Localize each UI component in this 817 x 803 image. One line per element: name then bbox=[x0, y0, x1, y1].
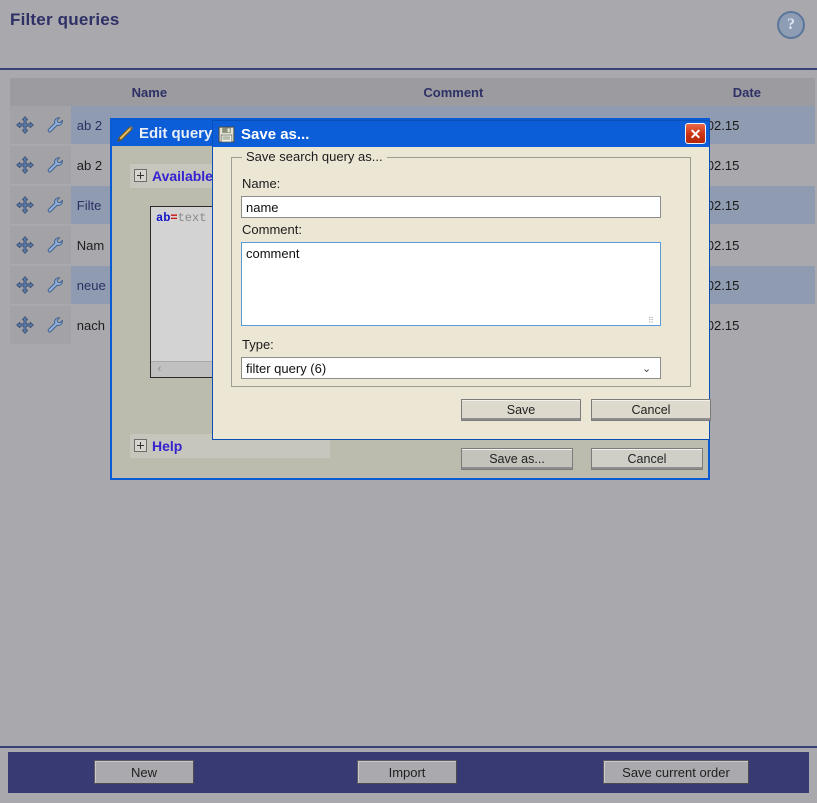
query-field: ab bbox=[156, 211, 171, 225]
wrench-icon[interactable] bbox=[46, 116, 64, 134]
row-edit-action[interactable] bbox=[39, 186, 71, 224]
table-header-row: Name Comment Date bbox=[10, 78, 815, 106]
page-title: Filter queries bbox=[10, 10, 120, 29]
pencil-icon bbox=[117, 124, 134, 142]
move-arrows-icon[interactable] bbox=[15, 236, 34, 254]
row-move-handle[interactable] bbox=[10, 266, 40, 304]
bottom-toolbar: New Import Save current order bbox=[8, 752, 809, 793]
close-x-icon[interactable]: ✕ bbox=[685, 123, 706, 144]
row-edit-action[interactable] bbox=[39, 306, 71, 344]
floppy-disk-icon bbox=[218, 126, 235, 142]
move-arrows-icon[interactable] bbox=[15, 276, 34, 294]
row-move-handle[interactable] bbox=[10, 226, 40, 264]
plus-icon[interactable] bbox=[134, 169, 147, 182]
app-root: Filter queries ? Name Comment Date ab 21… bbox=[0, 0, 817, 803]
row-edit-action[interactable] bbox=[39, 106, 71, 144]
new-button[interactable]: New bbox=[94, 760, 194, 784]
row-edit-action[interactable] bbox=[39, 266, 71, 304]
query-operator: = bbox=[170, 211, 178, 225]
type-label: Type: bbox=[242, 337, 274, 352]
save-as-titlebar[interactable]: Save as... ✕ bbox=[213, 121, 709, 147]
row-edit-action[interactable] bbox=[39, 226, 71, 264]
move-arrows-icon[interactable] bbox=[15, 316, 34, 334]
fieldset-legend: Save search query as... bbox=[242, 149, 387, 164]
save-query-fieldset: Save search query as... Name: Comment: ⠿… bbox=[231, 149, 691, 387]
header-divider bbox=[0, 68, 817, 70]
move-arrows-icon[interactable] bbox=[15, 156, 34, 174]
row-move-handle[interactable] bbox=[10, 146, 40, 184]
row-edit-action[interactable] bbox=[39, 146, 71, 184]
col-move bbox=[10, 78, 40, 106]
query-value: text bbox=[177, 211, 207, 225]
edit-query-footer: Save as... Cancel bbox=[112, 448, 708, 470]
name-input[interactable] bbox=[241, 196, 661, 218]
save-dialog-footer: Save Cancel bbox=[213, 399, 711, 423]
page-header: Filter queries ? bbox=[0, 0, 817, 68]
save-as-dialog: Save as... ✕ Save search query as... Nam… bbox=[212, 120, 711, 440]
comment-label: Comment: bbox=[242, 222, 302, 237]
name-label: Name: bbox=[242, 176, 281, 191]
row-move-handle[interactable] bbox=[10, 106, 40, 144]
row-move-handle[interactable] bbox=[10, 186, 40, 224]
import-button[interactable]: Import bbox=[357, 760, 457, 784]
wrench-icon[interactable] bbox=[46, 156, 64, 174]
edit-query-title: Edit query bbox=[139, 124, 213, 142]
wrench-icon[interactable] bbox=[46, 316, 64, 334]
help-glyph: ? bbox=[787, 16, 795, 33]
available-section-label: Available bbox=[152, 168, 213, 184]
wrench-icon[interactable] bbox=[46, 236, 64, 254]
move-arrows-icon[interactable] bbox=[15, 196, 34, 214]
col-name: Name bbox=[70, 78, 228, 106]
wrench-icon[interactable] bbox=[46, 276, 64, 294]
save-cancel-button[interactable]: Cancel bbox=[591, 399, 711, 421]
row-move-handle[interactable] bbox=[10, 306, 40, 344]
col-date: Date bbox=[678, 78, 815, 106]
edit-cancel-button[interactable]: Cancel bbox=[591, 448, 703, 470]
help-question-icon[interactable]: ? bbox=[777, 11, 805, 39]
save-as-title: Save as... bbox=[241, 125, 310, 143]
comment-textarea[interactable] bbox=[241, 242, 661, 326]
type-select[interactable]: filter query (6) bbox=[241, 357, 661, 379]
scroll-left-arrow-icon[interactable]: ‹ bbox=[153, 363, 166, 376]
save-current-order-button[interactable]: Save current order bbox=[603, 760, 749, 784]
move-arrows-icon[interactable] bbox=[15, 116, 34, 134]
col-comment: Comment bbox=[228, 78, 679, 106]
bottom-divider bbox=[0, 746, 817, 748]
wrench-icon[interactable] bbox=[46, 196, 64, 214]
save-button[interactable]: Save bbox=[461, 399, 581, 421]
save-as-button[interactable]: Save as... bbox=[461, 448, 573, 470]
close-glyph: ✕ bbox=[689, 125, 702, 142]
col-edit bbox=[39, 78, 71, 106]
